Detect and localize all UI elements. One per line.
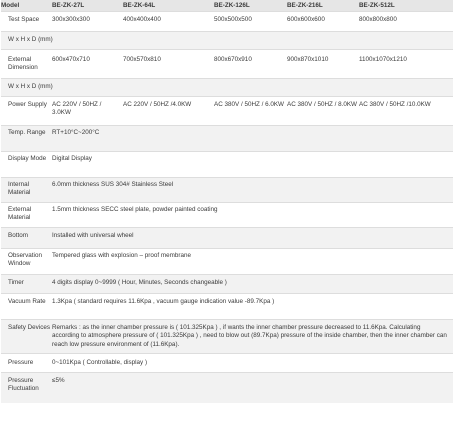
unit-note: W x H x D (mm) [8, 83, 53, 90]
spec-label: Display Mode [8, 155, 47, 162]
external-dimension-value: 600x470x710 [52, 56, 90, 63]
spec-label: External Material [8, 206, 32, 222]
spec-row: External Material 1.5mm thickness SECC s… [1, 203, 453, 228]
spec-row: Pressure 0~101Kpa ( Controllable, displa… [1, 354, 453, 373]
spec-label: Pressure [8, 359, 34, 366]
unit-note-row: W x H x D (mm) [1, 32, 453, 50]
spec-row: Timer 4 digits display 0~9999 ( Hour, Mi… [1, 275, 453, 294]
spec-value: 4 digits display 0~9999 ( Hour, Minutes,… [52, 279, 227, 286]
spec-value: 6.0mm thickness SUS 304# Stainless Steel [52, 181, 174, 188]
header-row: Model BE-ZK-27L BE-ZK-64L BE-ZK-126L BE-… [1, 0, 453, 12]
spec-value: RT+10°C~200°C [52, 129, 100, 136]
power-supply-value: AC 220V / 50HZ /4.0KW [123, 101, 192, 108]
spec-value: Tempered glass with explosion – proof me… [52, 252, 191, 259]
test-space-value: 300x300x300 [52, 16, 90, 23]
spec-row: Safety Devices Remarks : as the inner ch… [1, 320, 453, 354]
model-header: BE-ZK-512L [359, 2, 395, 9]
spec-label: Observation Window [8, 252, 42, 268]
spec-value: 0~101Kpa ( Controllable, display ) [52, 359, 148, 366]
spec-value: Remarks : as the inner chamber pressure … [52, 324, 447, 348]
external-dimension-value: 800x670x910 [214, 56, 252, 63]
power-supply-value: AC 380V / 50HZ / 8.0KW [287, 101, 357, 108]
test-space-value: 800x800x800 [359, 16, 397, 23]
spec-value: Digital Display [52, 155, 92, 162]
spec-label: Bottom [8, 232, 28, 239]
test-space-value: 500x500x500 [214, 16, 252, 23]
model-header-label: Model [1, 2, 20, 9]
spec-value: Installed with universal wheel [52, 232, 134, 239]
spec-table: Model BE-ZK-27L BE-ZK-64L BE-ZK-126L BE-… [1, 0, 453, 403]
external-dimension-value: 900x870x1010 [287, 56, 329, 63]
external-dimension-label: External Dimension [8, 56, 38, 72]
external-dimension-row: External Dimension 600x470x710 700x570x8… [1, 50, 453, 79]
spec-label: Pressure Fluctuation [8, 377, 39, 393]
spec-label: Timer [8, 279, 24, 286]
spec-row: Observation Window Tempered glass with e… [1, 249, 453, 275]
spec-value: ≤5% [52, 377, 65, 384]
power-supply-row: Power Supply AC 220V / 50HZ / 3.0KW AC 2… [1, 97, 453, 126]
spec-row: Pressure Fluctuation ≤5% [1, 373, 453, 403]
power-supply-value: AC 380V / 50HZ /10.0KW [359, 101, 431, 108]
spec-value: 1.5mm thickness SECC steel plate, powder… [52, 206, 218, 213]
test-space-value: 400x400x400 [123, 16, 161, 23]
unit-note: W x H x D (mm) [8, 36, 53, 43]
test-space-label: Test Space [8, 16, 40, 23]
test-space-value: 600x600x600 [287, 16, 325, 23]
spec-label: Temp. Range [8, 129, 46, 136]
spec-label: Safety Devices [8, 324, 50, 331]
external-dimension-value: 1100x1070x1210 [359, 56, 407, 63]
spec-row: Temp. Range RT+10°C~200°C [1, 126, 453, 152]
spec-row: Display Mode Digital Display [1, 152, 453, 178]
power-supply-value: AC 380V / 50HZ / 6.0KW [214, 101, 284, 108]
spec-label: Internal Material [8, 181, 31, 197]
spec-row: Bottom Installed with universal wheel [1, 228, 453, 249]
power-supply-value: AC 220V / 50HZ / 3.0KW [52, 101, 102, 117]
spec-row: Vacuum Rate 1.3Kpa ( standard requires 1… [1, 294, 453, 320]
test-space-row: Test Space 300x300x300 400x400x400 500x5… [1, 12, 453, 32]
external-dimension-value: 700x570x810 [123, 56, 161, 63]
model-header: BE-ZK-27L [52, 2, 85, 9]
power-supply-label: Power Supply [8, 101, 47, 108]
model-header: BE-ZK-64L [123, 2, 156, 9]
spec-label: Vacuum Rate [8, 298, 46, 305]
model-header: BE-ZK-216L [287, 2, 323, 9]
spec-value: 1.3Kpa ( standard requires 11.6Kpa , vac… [52, 298, 275, 305]
unit-note-row: W x H x D (mm) [1, 79, 453, 97]
spec-row: Internal Material 6.0mm thickness SUS 30… [1, 178, 453, 203]
model-header: BE-ZK-126L [214, 2, 250, 9]
